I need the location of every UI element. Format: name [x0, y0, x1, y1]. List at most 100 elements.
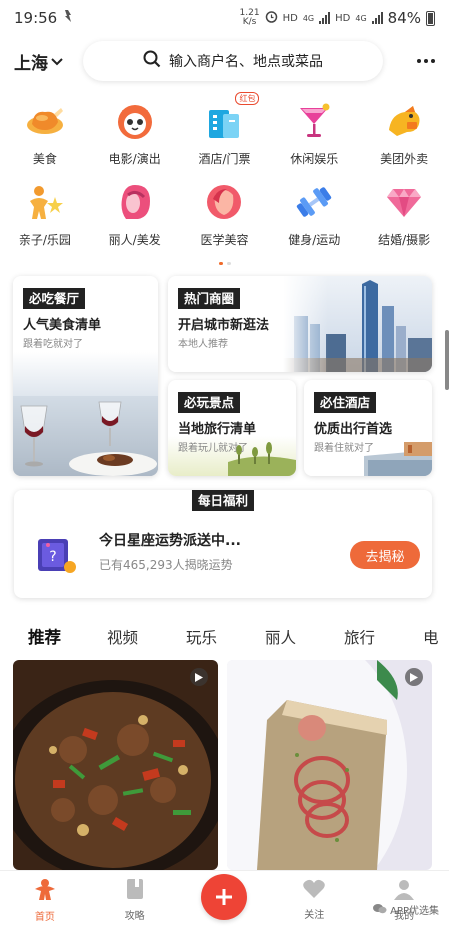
nav-guide[interactable]: 攻略 — [90, 878, 180, 922]
card-title: 当地旅行清单 — [178, 422, 257, 437]
chevron-down-icon — [51, 51, 63, 71]
header: 上海 输入商户名、地点或菜品 — [0, 40, 449, 82]
category-label: 美团外卖 — [380, 152, 429, 166]
dining-table-image — [13, 396, 158, 476]
more-options-button[interactable] — [417, 59, 435, 63]
card-must-stay[interactable]: 必住酒店 优质出行首选 跟着住就对了 — [304, 380, 432, 476]
category-label: 美食 — [32, 152, 57, 166]
status-time: 19:56 — [14, 9, 58, 27]
card-title: 优质出行首选 — [314, 422, 393, 437]
reveal-button[interactable]: 去揭秘 — [350, 541, 420, 569]
nav-publish[interactable] — [180, 874, 270, 920]
watermark-text: APP优选集 — [390, 906, 439, 917]
card-tag: 必住酒店 — [314, 392, 377, 413]
bottom-nav: 首页 攻略 关注 我的 — [0, 870, 449, 929]
city-name: 上海 — [14, 53, 48, 74]
category-label: 酒店/门票 — [198, 152, 251, 166]
dumbbell-icon — [293, 181, 335, 223]
g-label-2: 4G — [355, 13, 367, 23]
card-subtitle: 跟着吃就对了 — [23, 339, 83, 350]
daily-welfare-card[interactable]: 每日福利 ? 今日星座运势派送中... 已有465,293人揭晓运势 去揭秘 — [14, 490, 432, 598]
status-bar: 19:56 1.21 K/s HD 4G HD 4G 84% — [0, 0, 449, 36]
card-title: 人气美食清单 — [23, 318, 102, 333]
play-icon[interactable] — [190, 668, 208, 686]
card-must-eat[interactable]: 必吃餐厅 人气美食清单 跟着吃就对了 — [13, 276, 158, 476]
card-subtitle: 跟着玩儿就对了 — [178, 443, 248, 454]
card-title: 开启城市新逛法 — [178, 318, 270, 333]
daily-subtitle: 已有465,293人揭晓运势 — [99, 558, 233, 572]
search-input[interactable]: 输入商户名、地点或菜品 — [83, 41, 383, 81]
category-grid: 美食 电影/演出 红包 酒店/门票 休闲娱乐 美团外卖 亲子/乐园 丽人/美发 … — [0, 92, 449, 248]
category-medical-beauty[interactable]: 医学美容 — [180, 181, 270, 248]
card-tag: 必吃餐厅 — [23, 288, 86, 309]
svg-text:?: ? — [49, 549, 56, 565]
tab-video[interactable]: 视频 — [107, 626, 186, 648]
category-label: 电影/演出 — [108, 152, 161, 166]
category-leisure[interactable]: 休闲娱乐 — [269, 100, 359, 167]
category-family[interactable]: 亲子/乐园 — [0, 181, 90, 248]
movie-cat-icon — [114, 100, 156, 142]
tab-recommend[interactable]: 推荐 — [28, 624, 107, 648]
nav-label: 关注 — [304, 910, 325, 921]
nav-label: 首页 — [34, 912, 55, 923]
card-subtitle: 跟着住就对了 — [314, 443, 374, 454]
card-must-visit[interactable]: 必玩景点 当地旅行清单 跟着玩儿就对了 — [168, 380, 296, 476]
net-speed: 1.21 K/s — [239, 8, 260, 27]
watermark: APP优选集 — [373, 902, 439, 917]
daily-title: 今日星座运势派送中... — [99, 533, 241, 549]
nav-home[interactable]: 首页 — [0, 877, 90, 923]
category-label: 亲子/乐园 — [18, 233, 71, 247]
category-takeout[interactable]: 美团外卖 — [359, 100, 449, 167]
red-packet-badge: 红包 — [235, 92, 260, 105]
hotel-icon: 红包 — [203, 92, 260, 142]
card-tag: 必玩景点 — [178, 392, 241, 413]
nav-follow[interactable]: 关注 — [269, 879, 359, 921]
category-food[interactable]: 美食 — [0, 100, 90, 167]
category-beauty[interactable]: 丽人/美发 — [90, 181, 180, 248]
feed-tabs: 推荐 视频 玩乐 丽人 旅行 电 — [28, 624, 449, 648]
tab-beauty[interactable]: 丽人 — [265, 626, 344, 648]
category-label: 结婚/摄影 — [378, 233, 431, 247]
dish-photo — [227, 660, 432, 870]
play-icon[interactable] — [405, 668, 423, 686]
category-movie[interactable]: 电影/演出 — [90, 100, 180, 167]
hd-label-1: HD — [282, 12, 298, 24]
category-wedding[interactable]: 结婚/摄影 — [359, 181, 449, 248]
book-icon — [125, 878, 145, 903]
tab-travel[interactable]: 旅行 — [344, 626, 423, 648]
medical-beauty-icon — [203, 181, 245, 223]
hd-label-2: HD — [335, 12, 351, 24]
plus-icon — [216, 889, 233, 905]
user-icon — [393, 878, 415, 903]
add-button[interactable] — [201, 874, 248, 920]
battery-icon — [426, 10, 435, 26]
category-fitness[interactable]: 健身/运动 — [269, 181, 359, 248]
alarm-icon — [265, 10, 278, 26]
category-label: 健身/运动 — [288, 233, 341, 247]
card-hot-district[interactable]: 热门商圈 开启城市新逛法 本地人推荐 — [168, 276, 432, 372]
wedding-icon — [383, 181, 425, 223]
city-selector[interactable]: 上海 — [14, 49, 63, 74]
search-placeholder: 输入商户名、地点或菜品 — [169, 54, 323, 70]
search-icon — [143, 50, 161, 72]
home-mascot-icon — [33, 877, 57, 904]
tab-play[interactable]: 玩乐 — [186, 626, 265, 648]
family-icon — [24, 181, 66, 223]
category-label: 丽人/美发 — [108, 233, 161, 247]
g-label-1: 4G — [302, 13, 315, 23]
daily-tag: 每日福利 — [191, 490, 255, 511]
scrollbar[interactable] — [445, 330, 449, 390]
card-subtitle: 本地人推荐 — [178, 339, 228, 350]
feed-item[interactable] — [227, 660, 432, 870]
tab-more[interactable]: 电 — [423, 626, 449, 648]
feed-item[interactable] — [13, 660, 218, 870]
category-hotel[interactable]: 红包 酒店/门票 — [180, 92, 270, 167]
nav-label: 攻略 — [124, 911, 145, 922]
category-label: 医学美容 — [200, 233, 249, 247]
beauty-icon — [114, 181, 156, 223]
wechat-icon — [373, 903, 387, 917]
card-tag: 热门商圈 — [178, 288, 241, 309]
battery-percent: 84% — [387, 9, 421, 27]
notification-icon — [63, 10, 73, 26]
page-indicator — [0, 262, 449, 265]
